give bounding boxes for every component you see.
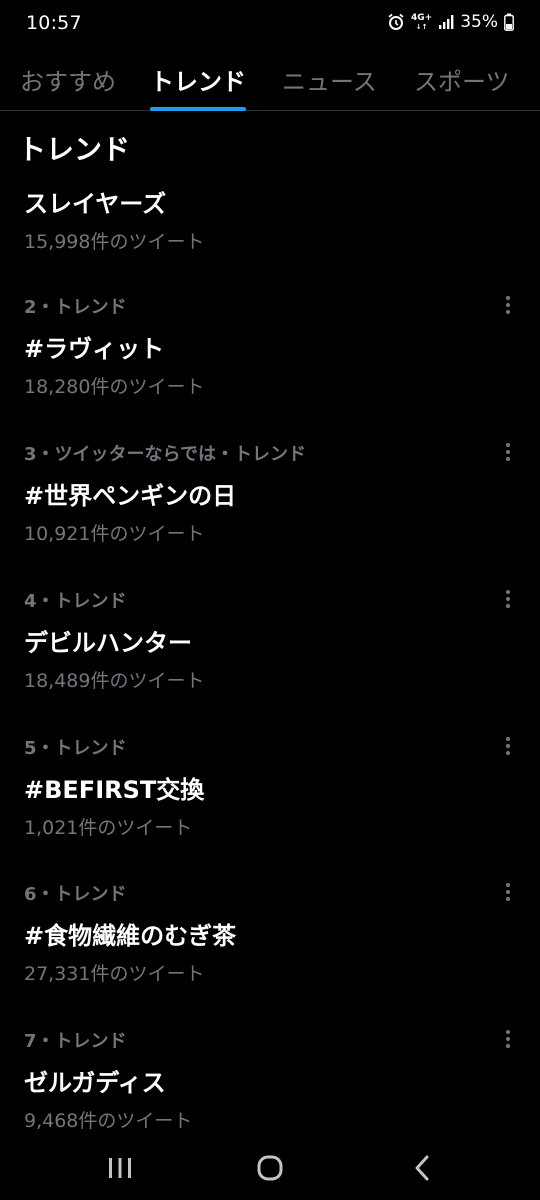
trend-name: #BEFIRST交換	[24, 776, 205, 804]
trend-meta: 5・トレンド	[24, 738, 127, 759]
trend-name: デビルハンター	[24, 629, 192, 657]
trend-item[interactable]: 5・トレンド #BEFIRST交換 1,021件のツイート	[0, 734, 540, 874]
trend-name: #世界ペンギンの日	[24, 482, 237, 510]
home-icon[interactable]	[250, 1150, 290, 1186]
more-vertical-icon[interactable]	[498, 1027, 518, 1051]
trend-item[interactable]: 2・トレンド #ラヴィット 18,280件のツイート	[0, 293, 540, 433]
trend-tweet-count: 27,331件のツイート	[24, 963, 205, 985]
recent-apps-icon[interactable]	[100, 1150, 140, 1186]
trend-tweet-count: 10,921件のツイート	[24, 523, 205, 545]
trend-tweet-count: 18,489件のツイート	[24, 670, 205, 692]
tab-news[interactable]: ニュース	[282, 62, 377, 97]
trend-meta: 6・トレンド	[24, 884, 127, 905]
trend-meta: 4・トレンド	[24, 591, 127, 612]
trend-meta: 2・トレンド	[24, 297, 127, 318]
battery-percent: 35%	[460, 12, 498, 32]
battery-icon	[504, 13, 514, 31]
trend-tweet-count: 15,998件のツイート	[24, 231, 205, 253]
more-vertical-icon[interactable]	[498, 587, 518, 611]
system-nav-bar	[0, 1136, 540, 1200]
more-vertical-icon[interactable]	[498, 440, 518, 464]
network-type: 4G+	[411, 12, 433, 23]
tab-trending[interactable]: トレンド	[150, 62, 246, 97]
trend-meta: 7・トレンド	[24, 1031, 127, 1052]
network-indicator: 4G+ ↓↑	[411, 12, 433, 31]
trend-name: #食物繊維のむぎ茶	[24, 922, 237, 950]
status-bar: 10:57 4G+ ↓↑ 35%	[0, 0, 540, 50]
tab-recommended[interactable]: おすすめ	[20, 62, 116, 97]
signal-icon	[438, 14, 454, 30]
status-time: 10:57	[26, 12, 82, 34]
more-vertical-icon[interactable]	[498, 880, 518, 904]
alarm-icon	[387, 13, 405, 31]
tab-sports[interactable]: スポーツ	[414, 62, 510, 97]
trend-item[interactable]: 6・トレンド #食物繊維のむぎ茶 27,331件のツイート	[0, 880, 540, 1020]
trend-name: #ラヴィット	[24, 335, 165, 363]
trend-tweet-count: 18,280件のツイート	[24, 376, 205, 398]
trend-meta: 3・ツイッターならでは・トレンド	[24, 444, 306, 465]
back-icon[interactable]	[402, 1150, 442, 1186]
data-arrows-icon: ↓↑	[415, 22, 428, 31]
trend-name: ゼルガディス	[24, 1069, 166, 1097]
trend-item[interactable]: スレイヤーズ 15,998件のツイート	[0, 148, 540, 288]
status-icons: 4G+ ↓↑ 35%	[387, 12, 514, 32]
tab-bar: おすすめ トレンド ニュース スポーツ	[0, 52, 540, 111]
more-vertical-icon[interactable]	[498, 734, 518, 758]
more-vertical-icon[interactable]	[498, 293, 518, 317]
trend-item[interactable]: 4・トレンド デビルハンター 18,489件のツイート	[0, 587, 540, 727]
active-tab-indicator	[150, 107, 246, 111]
trend-name: スレイヤーズ	[24, 190, 167, 218]
trend-tweet-count: 9,468件のツイート	[24, 1110, 193, 1132]
trend-item[interactable]: 3・ツイッターならでは・トレンド #世界ペンギンの日 10,921件のツイート	[0, 440, 540, 580]
trend-tweet-count: 1,021件のツイート	[24, 817, 193, 839]
